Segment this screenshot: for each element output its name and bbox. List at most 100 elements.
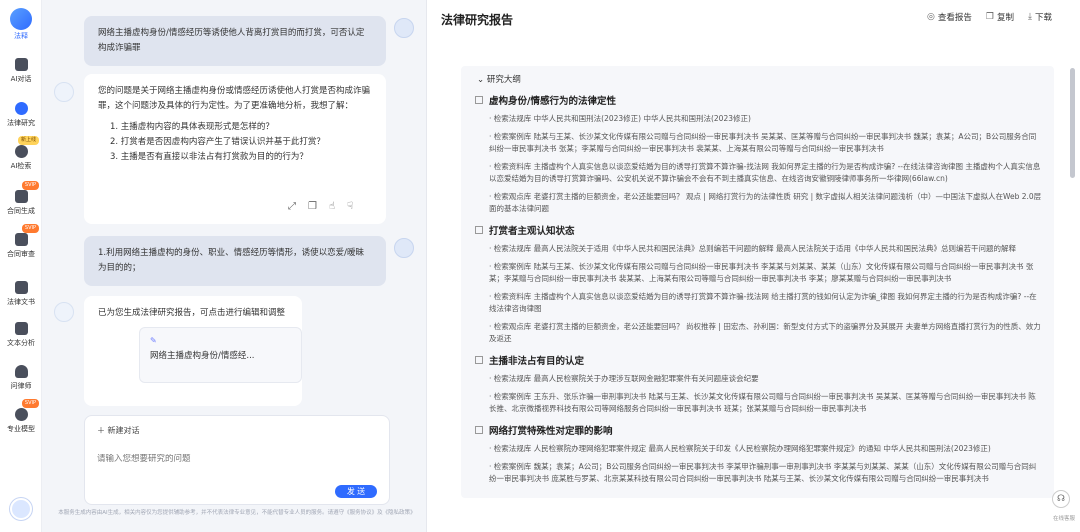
section-title: 打赏者主观认知状态 <box>489 226 575 237</box>
app-logo[interactable] <box>10 8 32 30</box>
user-message: 网络主播虚构身份/情感经历等诱使他人背离打赏目的而打赏，可否认定构成诈骗罪 <box>84 16 386 66</box>
collapse-icon <box>475 426 483 434</box>
research-icon <box>14 102 28 115</box>
copy-icon[interactable]: ❐ <box>308 201 317 212</box>
sidebar-item-text-analysis[interactable]: 文本分析 <box>0 322 42 348</box>
sidebar-item-label: 合同生成 <box>7 207 35 215</box>
sidebar-item-label: 文本分析 <box>7 339 35 347</box>
sidebar-item-label: AI检索 <box>10 162 32 170</box>
user-avatar[interactable] <box>10 498 32 520</box>
sidebar-item-label: AI对话 <box>10 75 32 83</box>
thumbs-up-icon[interactable]: ☝ <box>329 201 335 212</box>
report-panel: 法律研究报告 ◎ 查看报告 ❐ 复制 ⤓ 下载 ⌄ 研究大纲 虚构身份/情感行为的法律… <box>426 0 1080 532</box>
section-heading[interactable]: 打赏者主观认知状态 <box>475 223 1042 237</box>
sidebar-item-label: 法律文书 <box>7 298 35 306</box>
outline-section: 虚构身份/情感行为的法律定性 · 检索法规库 中华人民共和国刑法(2023修正)… <box>475 93 1042 215</box>
new-chat-button[interactable]: ＋ 新建对话 <box>97 425 140 436</box>
svip-badge: SVIP <box>21 224 39 233</box>
copy-icon: ❐ <box>985 12 994 22</box>
sidebar-item-legal-research[interactable]: 法律研究 <box>0 102 42 128</box>
outline-entry: · 检索案例库 陆某与王某、长沙某文化传媒有限公司赠与合同纠纷一审民事判决书 李… <box>489 262 1034 283</box>
lawyer-icon <box>14 365 28 378</box>
chevron-down-icon[interactable]: ⌄ <box>477 75 484 85</box>
outline-entry: · 检索观点库 老婆打赏主播的巨额资金，老公还能要回吗？ 尚权推荐 | 田宏杰、… <box>489 322 1041 343</box>
assistant-avatar-icon <box>54 82 74 102</box>
collapse-icon <box>475 96 483 104</box>
chat-input-box: ＋ 新建对话 发 送 <box>84 415 390 505</box>
report-card[interactable]: ✎ 网络主播虚构身份/情感经... <box>139 327 302 383</box>
text-analysis-icon <box>14 322 28 335</box>
report-outline: ⌄ 研究大纲 虚构身份/情感行为的法律定性 · 检索法规库 中华人民共和国刑法(… <box>461 66 1054 498</box>
outline-entry: · 检索法规库 人民检察院办理网络犯罪案件规定 最高人民检察院关于印发《人民检察… <box>489 444 991 453</box>
sidebar-item-contract-gen[interactable]: SVIP 合同生成 <box>0 181 42 216</box>
section-title: 网络打赏特殊性对定罪的影响 <box>489 426 613 437</box>
sidebar-item-pro-model[interactable]: SVIP 专业模型 <box>0 399 42 434</box>
collapse-icon <box>475 226 483 234</box>
sidebar-item-label: 合同审查 <box>7 250 35 258</box>
send-button[interactable]: 发 送 <box>335 485 377 498</box>
outline-entry: · 检索法规库 中华人民共和国刑法(2023修正) 中华人民共和国刑法(2023… <box>489 114 751 123</box>
report-title: 法律研究报告 <box>441 13 514 27</box>
contract-gen-icon <box>14 190 28 203</box>
share-icon[interactable]: ⤢ <box>288 201 296 212</box>
sidebar-item-label: 问律师 <box>10 382 32 390</box>
disclaimer-text: 本服务生成内容由AI生成，相关内容仅为您提供辅助参考，并不代表法律专业意见，不能… <box>58 510 416 516</box>
outline-section: 打赏者主观认知状态 · 检索法规库 最高人民法院关于适用《中华人民共和国民法典》… <box>475 223 1042 345</box>
svip-badge: SVIP <box>21 399 39 408</box>
sidebar-item-ask-lawyer[interactable]: 问律师 <box>0 365 42 391</box>
view-report-button[interactable]: ◎ 查看报告 <box>927 11 972 23</box>
collapse-icon <box>475 356 483 364</box>
list-item: 2. 打赏者是否因虚构内容产生了错误认识并基于此打赏？ <box>110 137 325 147</box>
contract-review-icon <box>14 233 28 246</box>
section-title: 主播非法占有目的认定 <box>489 356 585 367</box>
outline-entry: · 检索资料库 主播虚构个人真实信息以谈恋爱结婚为目的诱导打赏算不算诈骗-找法网… <box>489 162 1041 183</box>
download-label: 下载 <box>1034 13 1052 23</box>
online-support-label: 在线客服 <box>1052 516 1075 522</box>
outline-entry: · 检索法规库 最高人民法院关于适用《中华人民共和国民法典》总则编若干问题的解释… <box>489 244 1017 253</box>
new-badge: 新上线 <box>17 136 39 145</box>
question-input[interactable] <box>97 454 377 464</box>
model-icon <box>14 408 28 421</box>
report-scrollbar[interactable] <box>1070 68 1075 178</box>
headset-icon[interactable]: ☊ <box>1052 490 1070 508</box>
outline-entry: · 检索资料库 主播虚构个人真实信息以谈恋爱结婚为目的诱导打赏算不算诈骗-找法网… <box>489 292 1037 313</box>
message-actions: ⤢ ❐ ☝ ☟ <box>288 201 353 212</box>
section-title: 虚构身份/情感行为的法律定性 <box>489 96 616 107</box>
sidebar-item-ai-chat[interactable]: AI对话 <box>0 58 42 84</box>
list-item: 1. 主播虚构内容的具体表现形式是怎样的？ <box>110 122 274 132</box>
app-logo-label: 法释 <box>14 32 28 40</box>
download-button[interactable]: ⤓ 下载 <box>1028 11 1052 23</box>
outline-entry: · 检索案例库 陆某与王某、长沙某文化传媒有限公司赠与合同纠纷一审民事判决书 吴… <box>489 132 1037 153</box>
sidebar: 法释 AI对话 法律研究 新上线 AI检索 SVIP 合同生成 SVIP 合同审… <box>0 0 42 532</box>
svip-badge: SVIP <box>21 181 39 190</box>
section-heading[interactable]: 虚构身份/情感行为的法律定性 <box>475 93 1042 107</box>
list-item: 3. 主播是否有直接以非法占有打赏款为目的的行为？ <box>110 152 308 162</box>
user-avatar-icon <box>394 238 414 258</box>
plus-icon: ＋ <box>97 426 105 435</box>
copy-button[interactable]: ❐ 复制 <box>986 11 1014 23</box>
outline-entry: · 检索案例库 魏某；袁某；A公司；B公司服务合同纠纷一审民事判决书 李某甲诈骗… <box>489 462 1037 483</box>
report-card-title: 网络主播虚构身份/情感经... <box>150 351 255 361</box>
outline-entry: · 检索案例库 王东升、张乐诈骗一审刑事判决书 陆某与王某、长沙某文化传媒有限公… <box>489 392 1036 413</box>
search-icon <box>14 145 28 158</box>
assistant-avatar-icon <box>54 302 74 322</box>
copy-label: 复制 <box>996 13 1014 23</box>
section-heading[interactable]: 网络打赏特殊性对定罪的影响 <box>475 423 1042 437</box>
download-icon: ⤓ <box>1028 12 1032 22</box>
section-heading[interactable]: 主播非法占有目的认定 <box>475 353 1042 367</box>
user-message: 1.利用网络主播虚构的身份、职业、情感经历等情形，诱使以恋爱/暧昧为目的的； <box>84 236 386 286</box>
outline-entry: · 检索法规库 最高人民检察院关于办理涉互联网金融犯罪案件有关问题座谈会纪要 <box>489 374 759 383</box>
view-report-label: 查看报告 <box>937 13 972 23</box>
user-avatar-icon <box>394 18 414 38</box>
sidebar-item-contract-review[interactable]: SVIP 合同审查 <box>0 224 42 259</box>
outline-section: 网络打赏特殊性对定罪的影响 · 检索法规库 人民检察院办理网络犯罪案件规定 最高… <box>475 423 1042 485</box>
clarifying-questions-list: 1. 主播虚构内容的具体表现形式是怎样的？ 2. 打赏者是否因虚构内容产生了错误… <box>98 120 372 165</box>
report-toolbar: ◎ 查看报告 ❐ 复制 ⤓ 下载 <box>927 11 1052 23</box>
sidebar-item-label: 专业模型 <box>7 425 35 433</box>
sidebar-item-legal-docs[interactable]: 法律文书 <box>0 281 42 307</box>
thumbs-down-icon[interactable]: ☟ <box>347 201 353 212</box>
outline-label: 研究大纲 <box>486 75 521 85</box>
document-icon <box>14 281 28 294</box>
sidebar-item-ai-search[interactable]: 新上线 AI检索 <box>0 136 42 171</box>
assistant-message-text: 已为您生成法律研究报告，可点击进行编辑和调整 <box>98 308 286 318</box>
